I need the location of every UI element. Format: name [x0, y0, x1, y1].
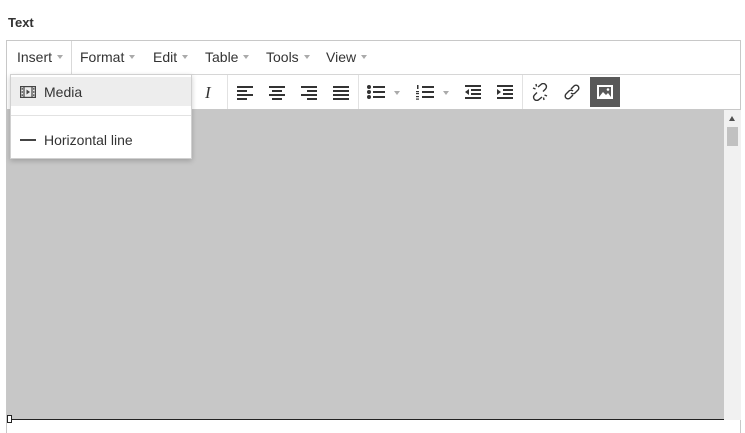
unlink-button[interactable]: [526, 78, 554, 106]
numbered-list-dropdown-icon[interactable]: [443, 91, 449, 95]
insert-menu-item-horizontal-line-label: Horizontal line: [44, 131, 133, 148]
menu-format[interactable]: Format: [70, 41, 143, 75]
chevron-down-icon: [361, 55, 368, 60]
insert-menu-dropdown: Media Horizontal line: [10, 74, 192, 159]
menu-view[interactable]: View: [316, 41, 375, 75]
unlink-icon: [532, 83, 548, 101]
menu-tools[interactable]: Tools: [256, 41, 318, 75]
resize-handle[interactable]: [7, 415, 12, 423]
menu-table-label: Table: [205, 49, 239, 65]
indent-button[interactable]: [491, 78, 519, 106]
horizontal-line-icon: [20, 138, 36, 141]
scroll-up-arrow-icon[interactable]: [729, 116, 735, 121]
toolbar-divider: [227, 75, 228, 109]
scrollbar-thumb[interactable]: [727, 127, 738, 146]
bullet-list-icon: [367, 85, 385, 99]
chevron-down-icon: [129, 55, 136, 60]
insert-menu-item-media[interactable]: Media: [11, 77, 191, 106]
menu-view-label: View: [326, 49, 357, 65]
media-icon: [20, 85, 36, 98]
menu-divider: [11, 115, 191, 116]
chevron-down-icon: [303, 55, 310, 60]
image-icon: [597, 85, 613, 99]
align-left-icon: [237, 86, 253, 100]
align-right-icon: [301, 86, 317, 100]
image-button[interactable]: [590, 77, 620, 107]
align-center-icon: [269, 86, 285, 100]
menu-edit-label: Edit: [153, 49, 178, 65]
italic-button[interactable]: I: [196, 78, 224, 106]
menu-tools-label: Tools: [266, 49, 299, 65]
menubar: Insert Format Edit Table Tools View: [7, 41, 740, 76]
field-label: Text: [8, 15, 34, 30]
link-icon: [564, 84, 580, 100]
menu-format-label: Format: [80, 49, 125, 65]
align-left-button[interactable]: [231, 78, 259, 106]
align-center-button[interactable]: [263, 78, 291, 106]
indent-icon: [497, 85, 513, 99]
menu-table[interactable]: Table: [195, 41, 257, 75]
vertical-scrollbar[interactable]: [724, 110, 741, 420]
link-button[interactable]: [558, 78, 586, 106]
outdent-icon: [465, 85, 481, 99]
align-right-button[interactable]: [295, 78, 323, 106]
bullet-list-dropdown-icon[interactable]: [394, 91, 400, 95]
align-justify-button[interactable]: [327, 78, 355, 106]
insert-menu-item-media-label: Media: [44, 83, 83, 100]
numbered-list-icon: [416, 85, 434, 100]
menu-edit[interactable]: Edit: [143, 41, 196, 75]
menu-insert[interactable]: Insert: [7, 41, 73, 76]
chevron-down-icon: [57, 55, 64, 60]
outdent-button[interactable]: [459, 78, 487, 106]
toolbar-divider: [358, 75, 359, 109]
italic-icon: I: [204, 84, 212, 100]
menu-insert-label: Insert: [17, 49, 53, 65]
chevron-down-icon: [182, 55, 189, 60]
content-border-line: [7, 419, 724, 420]
insert-menu-item-horizontal-line[interactable]: Horizontal line: [11, 125, 191, 154]
bullet-list-button[interactable]: [362, 78, 390, 106]
align-justify-icon: [333, 86, 349, 100]
svg-text:I: I: [204, 84, 212, 100]
chevron-down-icon: [243, 55, 250, 60]
numbered-list-button[interactable]: [411, 78, 439, 106]
toolbar-divider: [522, 75, 523, 109]
